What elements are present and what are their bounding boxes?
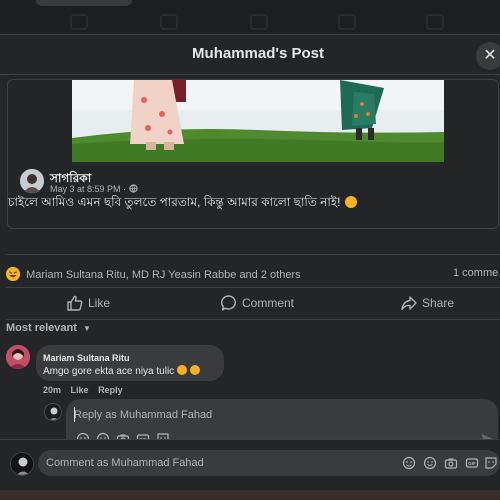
top-navigation-bar [0, 0, 500, 34]
svg-text:GIF: GIF [468, 461, 476, 466]
post-photo[interactable] [72, 80, 444, 162]
comment-count[interactable]: 1 comme [453, 267, 498, 279]
divider [6, 319, 500, 320]
divider [6, 287, 500, 288]
post-timestamp[interactable]: May 3 at 8:59 PM · [50, 184, 138, 194]
comment-icon [221, 295, 236, 311]
comment-bubble: Mariam Sultana Ritu Amgo gore ekta ace n… [36, 345, 224, 381]
groups-icon[interactable] [338, 14, 356, 30]
reaction-summary[interactable]: Mariam Sultana Ritu, MD RJ Yeasin Rabbe … [6, 267, 301, 281]
caret-down-icon: ▼ [82, 324, 91, 333]
gaming-icon[interactable] [426, 14, 444, 30]
emoji-icon[interactable] [423, 456, 437, 470]
modal-title: Muhammad's Post [192, 45, 324, 62]
post-modal: Muhammad's Post ✕ সাগরিকা May 3 at 8:59 … [0, 34, 500, 491]
comment-sort-dropdown[interactable]: Most relevant ▼ [6, 322, 91, 334]
marketplace-icon[interactable] [250, 14, 268, 30]
comment-time[interactable]: 20m [43, 385, 61, 395]
thumbs-up-icon [67, 295, 83, 311]
comment-composer: GIF [0, 439, 500, 491]
comment-meta: 20m Like Reply [43, 385, 130, 395]
video-icon[interactable] [160, 14, 178, 30]
comment-input[interactable] [46, 455, 346, 471]
kissing-emoji-icon [176, 365, 187, 375]
gif-icon[interactable]: GIF [465, 456, 479, 470]
divider [6, 254, 500, 255]
comment-like-link[interactable]: Like [71, 385, 89, 395]
commenter-avatar[interactable] [6, 345, 30, 369]
laughing-emoji-icon [189, 365, 200, 375]
comment-box[interactable]: GIF [38, 450, 500, 476]
background-feed [0, 490, 500, 500]
sad-emoji-icon [344, 196, 357, 208]
search-bar[interactable] [36, 0, 132, 6]
close-icon: ✕ [483, 47, 497, 64]
comment-text: Amgo gore ekta ace niya tulic [43, 365, 200, 377]
author-avatar[interactable] [20, 169, 44, 193]
reply-input[interactable] [74, 406, 374, 424]
comment-reply-link[interactable]: Reply [98, 385, 123, 395]
current-user-avatar [10, 452, 34, 476]
sticker-icon[interactable] [484, 456, 498, 470]
shared-post-text: চাইলে আমিও এমন ছবি তুলতে পারতাম, কিন্তু … [8, 194, 357, 214]
share-icon [401, 296, 417, 311]
reply-avatar [44, 403, 62, 421]
commenter-name[interactable]: Mariam Sultana Ritu [43, 353, 130, 363]
close-button[interactable]: ✕ [476, 42, 500, 70]
home-icon[interactable] [70, 14, 88, 30]
avatar-sticker-icon[interactable] [402, 456, 416, 470]
globe-icon [128, 184, 138, 194]
modal-header: Muhammad's Post ✕ [0, 35, 500, 75]
haha-reaction-icon [6, 267, 20, 281]
camera-icon[interactable] [444, 456, 458, 470]
